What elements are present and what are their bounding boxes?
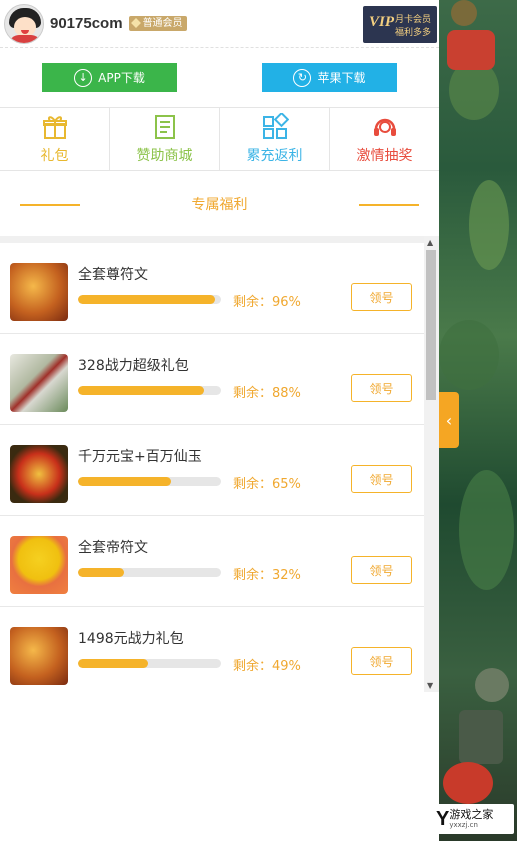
tab-rebate[interactable]: 累充返利 — [220, 108, 330, 170]
remaining-label: 剩余：88% — [233, 386, 301, 401]
section-header: 专属福利 — [0, 171, 439, 236]
remaining-label: 剩余：65% — [233, 477, 301, 492]
tab-shop[interactable]: 赞助商城 — [110, 108, 220, 170]
phoenix-icon — [10, 445, 68, 503]
vip-line2: 福利多多 — [395, 28, 432, 38]
list-item: 全套帝符文 剩余：32% 领号 — [0, 516, 424, 607]
tab-gift[interactable]: 礼包 — [0, 108, 110, 170]
item-name: 千万元宝+百万仙玉 — [78, 449, 202, 465]
list-item: 1498元战力礼包 剩余：49% 领号 — [0, 607, 424, 692]
dragon-icon — [10, 627, 68, 685]
app-download-button[interactable]: ↓ APP下载 — [42, 63, 177, 92]
avatar[interactable] — [4, 3, 44, 44]
progress-bar — [78, 295, 221, 304]
claim-button[interactable]: 领号 — [351, 647, 412, 675]
site-name: 90175com — [50, 15, 123, 32]
member-badge: 普通会员 — [128, 16, 187, 31]
progress-bar — [78, 568, 221, 577]
member-badge-label: 普通会员 — [142, 18, 183, 29]
scroll-icon — [10, 354, 68, 412]
brand-url: yxxzj.cn — [449, 821, 478, 829]
divider-left — [20, 204, 80, 206]
remaining-label: 剩余：49% — [233, 659, 301, 674]
list-item: 328战力超级礼包 剩余：88% 领号 — [0, 334, 424, 425]
tab-shop-label: 赞助商城 — [136, 148, 193, 164]
remaining-label: 剩余：96% — [233, 295, 301, 310]
tab-lottery-label: 激情抽奖 — [356, 148, 413, 164]
vip-line1: 月卡会员 — [395, 15, 432, 25]
section-title: 专属福利 — [191, 196, 248, 213]
diamond-icon — [130, 18, 141, 28]
scroll-down-icon[interactable]: ▼ — [427, 681, 433, 690]
item-name: 全套尊符文 — [78, 267, 148, 283]
vip-banner[interactable]: VIP 月卡会员 福利多多 — [363, 6, 437, 43]
vip-logo: VIP — [369, 14, 395, 30]
claim-button[interactable]: 领号 — [351, 374, 412, 402]
list-item: 千万元宝+百万仙玉 剩余：65% 领号 — [0, 425, 424, 516]
divider-right — [359, 204, 419, 206]
header: 90175com 普通会员 VIP 月卡会员 福利多多 — [0, 0, 439, 48]
list-item: 全套尊符文 剩余：96% 领号 — [0, 243, 424, 334]
document-icon — [154, 115, 175, 139]
scrollbar-thumb[interactable] — [426, 250, 436, 400]
refresh-icon: ↻ — [293, 68, 312, 87]
apple-download-button[interactable]: ↻ 苹果下载 — [262, 63, 397, 92]
item-name: 全套帝符文 — [78, 540, 148, 556]
benefit-list[interactable]: 全套尊符文 剩余：96% 领号 328战力超级礼包 剩余：88% 领号 千万元宝… — [0, 236, 439, 692]
dragon-icon — [10, 263, 68, 321]
download-bar: ↓ APP下载 ↻ 苹果下载 — [0, 48, 439, 108]
claim-button[interactable]: 领号 — [351, 283, 412, 311]
tab-gift-label: 礼包 — [40, 148, 69, 164]
apple-download-label: 苹果下载 — [317, 71, 366, 85]
download-icon: ↓ — [74, 68, 93, 87]
progress-bar — [78, 386, 221, 395]
headset-icon — [373, 118, 396, 136]
welfare-panel: 90175com 普通会员 VIP 月卡会员 福利多多 ↓ APP下载 ↻ 苹果… — [0, 0, 439, 841]
app-download-label: APP下载 — [98, 71, 145, 85]
tab-rebate-label: 累充返利 — [246, 148, 303, 164]
brand-watermark: Y 游戏之家 yxxzj.cn — [434, 804, 514, 834]
grid-icon — [262, 113, 289, 139]
scrollbar[interactable]: ▲ ▼ — [424, 236, 439, 692]
item-name: 1498元战力礼包 — [78, 631, 184, 647]
collapse-panel-tab[interactable]: ‹ — [439, 392, 459, 448]
gift-icon — [42, 116, 67, 139]
brand-logo: Y — [436, 807, 450, 830]
claim-button[interactable]: 领号 — [351, 465, 412, 493]
item-name: 328战力超级礼包 — [78, 358, 189, 374]
scroll-up-icon[interactable]: ▲ — [427, 238, 433, 247]
category-tabs: 礼包 赞助商城 累充返利 激情抽奖 — [0, 108, 439, 171]
progress-bar — [78, 659, 221, 668]
tab-lottery[interactable]: 激情抽奖 — [330, 108, 439, 170]
remaining-label: 剩余：32% — [233, 568, 301, 583]
progress-bar — [78, 477, 221, 486]
fan-icon — [10, 536, 68, 594]
claim-button[interactable]: 领号 — [351, 556, 412, 584]
brand-name: 游戏之家 — [449, 808, 494, 821]
